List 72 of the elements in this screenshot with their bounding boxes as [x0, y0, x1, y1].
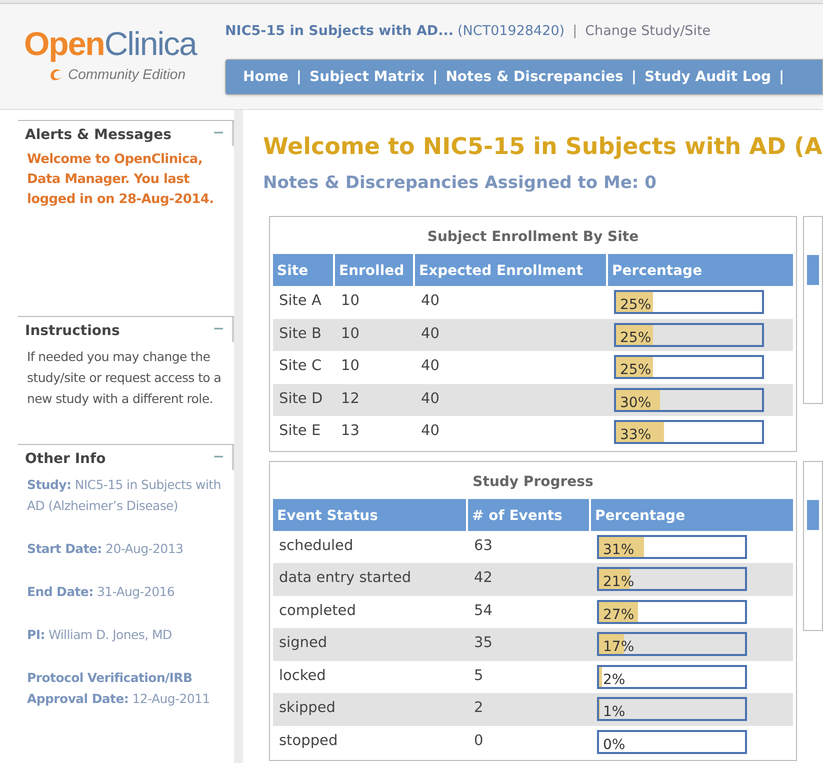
page-title: Welcome to NIC5-15 in Subjects with AD (A	[263, 133, 823, 162]
table-cell-text: 63	[473, 536, 494, 556]
nav-link[interactable]: Subject Matrix	[310, 66, 425, 88]
info-line: PI: William D. Jones, MD	[27, 626, 173, 644]
panel-title: Alerts & Messages	[24, 126, 172, 145]
edition-label: Community Edition	[68, 65, 186, 84]
swoosh-icon	[48, 68, 64, 82]
nav-separator: |	[296, 68, 302, 87]
table-cell-text: 40	[420, 422, 440, 442]
table-cell-text: Site D	[278, 390, 324, 409]
table-cell-text: signed	[278, 634, 328, 654]
percentage-value: 25%	[619, 330, 652, 346]
nav-link[interactable]: Home	[243, 66, 288, 88]
percentage-value: 25%	[619, 297, 652, 314]
table-cell-text: 5	[473, 666, 484, 686]
logo: OpenClinica	[24, 26, 198, 62]
panel-title: Instructions	[24, 322, 121, 341]
table-cell-text: 35	[473, 634, 494, 654]
percentage-value: 0%	[602, 736, 626, 753]
table-cell-text: Site C	[278, 357, 323, 376]
study-id: (NCT01928420)	[458, 22, 565, 41]
info-line: Protocol Verification/IRB Approval Date: 12-Aug-2011	[27, 669, 211, 708]
separator: |	[572, 22, 578, 41]
assigned-count: Notes & Discrepancies Assigned to Me: 0	[263, 172, 658, 194]
column-header: Percentage	[594, 506, 686, 526]
nav-separator: |	[432, 68, 438, 87]
percentage-value: 17%	[602, 639, 634, 656]
percentage-value: 1%	[602, 704, 626, 720]
table-cell-text: Site B	[278, 324, 322, 344]
table-cell-text: stopped	[278, 732, 339, 751]
table-title: Subject Enrollment By Site	[426, 228, 640, 247]
table-cell-text: 13	[340, 422, 360, 442]
instructions-text: If needed you may change the study/site or request access to a new study with a different role.	[27, 348, 222, 408]
table-cell-text: 40	[420, 324, 440, 344]
panel-title: Other Info	[24, 450, 107, 469]
table-cell-text: Site E	[278, 422, 322, 442]
table-cell-text: 10	[340, 324, 360, 344]
table-title: Study Progress	[472, 472, 594, 492]
percentage-value: 31%	[602, 542, 634, 558]
table-cell-text: scheduled	[278, 536, 354, 556]
table-cell-text: 2	[473, 699, 484, 718]
nav-separator: |	[778, 68, 784, 87]
table-cell-text: 10	[340, 292, 360, 312]
nav-link[interactable]: Notes & Discrepancies	[446, 66, 624, 88]
table-cell-text: completed	[278, 602, 357, 621]
study-name: NIC5-15 in Subjects with AD...	[225, 22, 454, 41]
percentage-value: 27%	[602, 606, 634, 623]
percentage-value: 21%	[602, 574, 634, 590]
percentage-value: 2%	[602, 672, 626, 688]
table-cell-text: locked	[278, 666, 327, 686]
percentage-value: 33%	[619, 427, 652, 444]
info-line: Start Date: 20-Aug-2013	[27, 540, 184, 558]
table-cell-text: 0	[473, 732, 484, 751]
nav-separator: |	[631, 68, 636, 87]
table-cell-text: 10	[340, 357, 360, 376]
table-cell-text: 40	[420, 357, 440, 376]
percentage-value: 30%	[619, 394, 652, 411]
change-study-link[interactable]: Change Study/Site	[585, 21, 711, 42]
column-header: Percentage	[611, 262, 704, 281]
table-cell-text: 12	[340, 390, 360, 409]
info-line: End Date: 31-Aug-2016	[27, 583, 176, 601]
table-cell-text: 40	[420, 390, 440, 409]
table-cell-text: data entry started	[278, 569, 412, 588]
table-cell-text: 54	[473, 602, 494, 621]
percentage-value: 25%	[619, 362, 652, 378]
info-line: Study: NIC5-15 in Subjects with AD (Alzheimer’s Disease)	[27, 476, 222, 515]
table-cell-text: 42	[473, 569, 494, 588]
table-cell-text: skipped	[278, 699, 337, 718]
table-cell-text: Site A	[278, 292, 322, 312]
nav-link[interactable]: Study Audit Log	[644, 66, 771, 88]
welcome-message: Welcome to OpenClinica, Data Manager. You last logged in on 28-Aug-2014.	[27, 151, 215, 209]
table-cell-text: 40	[420, 292, 440, 312]
